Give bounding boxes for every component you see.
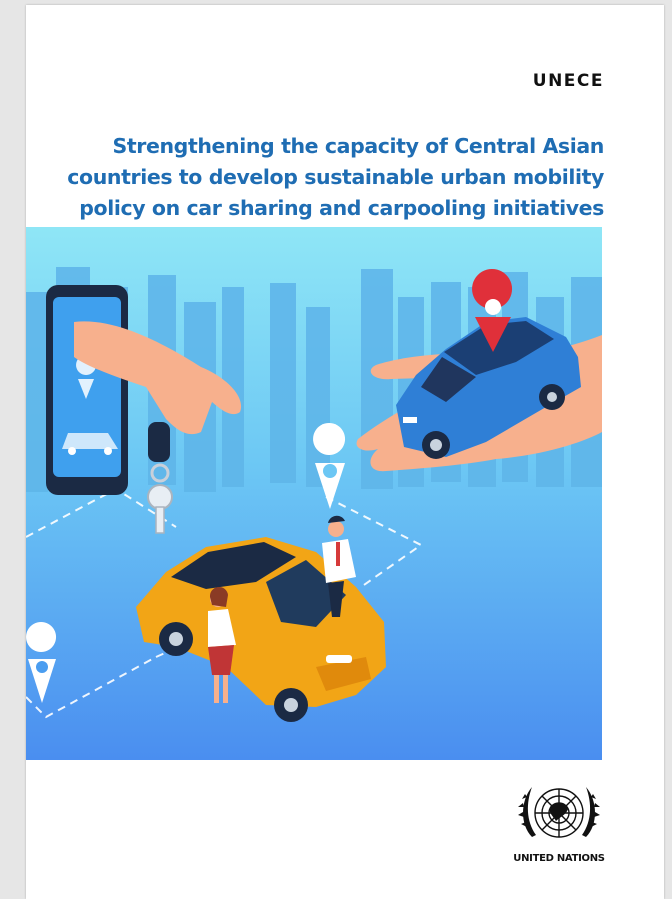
un-logo: UNITED NATIONS: [510, 777, 608, 877]
title-line-3: policy on car sharing and carpooling ini…: [79, 196, 604, 220]
title-line-2: countries to develop sustainable urban m…: [67, 165, 604, 189]
document-page: UNECE Strengthening the capacity of Cent…: [26, 5, 664, 899]
cover-illustration: [26, 227, 602, 760]
org-name: UNECE: [532, 71, 604, 91]
emblem-icon: [518, 787, 600, 838]
phone-icon: [46, 285, 128, 495]
publisher-name: UNITED NATIONS: [513, 853, 605, 864]
document-title: Strengthening the capacity of Central As…: [44, 131, 604, 224]
title-line-1: Strengthening the capacity of Central As…: [112, 134, 605, 158]
